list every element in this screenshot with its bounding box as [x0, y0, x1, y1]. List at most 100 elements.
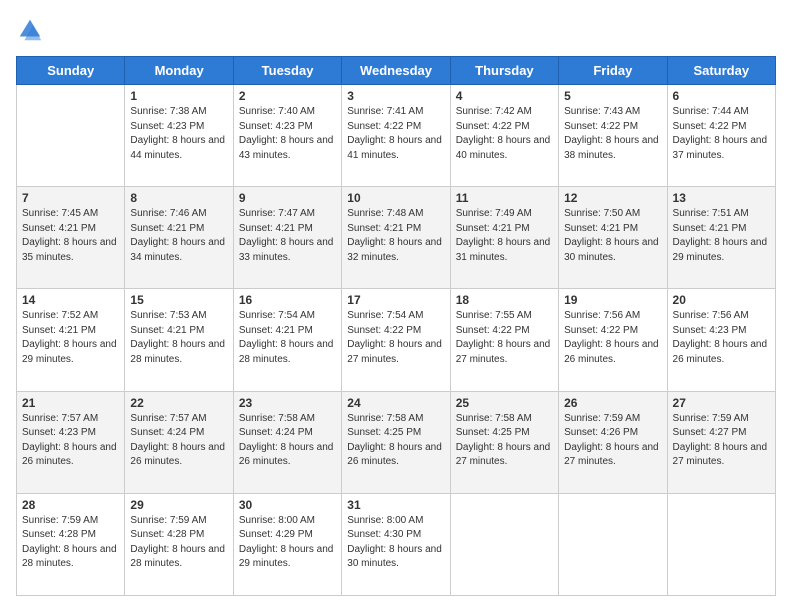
day-number: 31	[347, 498, 444, 512]
calendar-cell: 29 Sunrise: 7:59 AMSunset: 4:28 PMDayligh…	[125, 493, 233, 595]
day-number: 11	[456, 191, 553, 205]
day-info: Sunrise: 7:55 AMSunset: 4:22 PMDaylight:…	[456, 309, 553, 367]
day-number: 6	[673, 89, 770, 103]
calendar-week-row: 21 Sunrise: 7:57 AMSunset: 4:23 PMDayligh…	[17, 391, 776, 493]
calendar-cell: 12 Sunrise: 7:50 AMSunset: 4:21 PMDayligh…	[559, 187, 667, 289]
col-header-thursday: Thursday	[450, 57, 558, 85]
day-number: 7	[22, 191, 119, 205]
day-number: 10	[347, 191, 444, 205]
calendar-cell: 1 Sunrise: 7:38 AMSunset: 4:23 PMDaylight…	[125, 85, 233, 187]
day-info: Sunrise: 7:44 AMSunset: 4:22 PMDaylight:…	[673, 105, 770, 163]
day-info: Sunrise: 7:45 AMSunset: 4:21 PMDaylight:…	[22, 207, 119, 265]
day-number: 2	[239, 89, 336, 103]
day-number: 29	[130, 498, 227, 512]
day-info: Sunrise: 7:54 AMSunset: 4:21 PMDaylight:…	[239, 309, 336, 367]
day-info: Sunrise: 7:46 AMSunset: 4:21 PMDaylight:…	[130, 207, 227, 265]
day-info: Sunrise: 7:49 AMSunset: 4:21 PMDaylight:…	[456, 207, 553, 265]
logo	[16, 16, 48, 44]
calendar-week-row: 1 Sunrise: 7:38 AMSunset: 4:23 PMDaylight…	[17, 85, 776, 187]
day-number: 27	[673, 396, 770, 410]
day-number: 23	[239, 396, 336, 410]
calendar-cell: 14Sunrise: 7:52 AMSunset: 4:21 PMDayligh…	[17, 289, 125, 391]
day-number: 8	[130, 191, 227, 205]
day-number: 4	[456, 89, 553, 103]
col-header-friday: Friday	[559, 57, 667, 85]
col-header-wednesday: Wednesday	[342, 57, 450, 85]
day-number: 16	[239, 293, 336, 307]
day-info: Sunrise: 8:00 AMSunset: 4:29 PMDaylight:…	[239, 514, 336, 572]
calendar-cell: 8 Sunrise: 7:46 AMSunset: 4:21 PMDaylight…	[125, 187, 233, 289]
day-number: 22	[130, 396, 227, 410]
calendar-cell: 3Sunrise: 7:41 AMSunset: 4:22 PMDaylight…	[342, 85, 450, 187]
day-info: Sunrise: 7:58 AMSunset: 4:24 PMDaylight:…	[239, 412, 336, 470]
calendar-cell: 13 Sunrise: 7:51 AMSunset: 4:21 PMDayligh…	[667, 187, 775, 289]
day-info: Sunrise: 7:58 AMSunset: 4:25 PMDaylight:…	[456, 412, 553, 470]
calendar-cell: 30 Sunrise: 8:00 AMSunset: 4:29 PMDayligh…	[233, 493, 341, 595]
day-number: 26	[564, 396, 661, 410]
calendar-cell: 26 Sunrise: 7:59 AMSunset: 4:26 PMDayligh…	[559, 391, 667, 493]
col-header-sunday: Sunday	[17, 57, 125, 85]
day-info: Sunrise: 7:52 AMSunset: 4:21 PMDaylight:…	[22, 309, 119, 367]
calendar-table: SundayMondayTuesdayWednesdayThursdayFrid…	[16, 56, 776, 596]
calendar-cell: 16 Sunrise: 7:54 AMSunset: 4:21 PMDayligh…	[233, 289, 341, 391]
calendar-cell: 15 Sunrise: 7:53 AMSunset: 4:21 PMDayligh…	[125, 289, 233, 391]
day-info: Sunrise: 7:38 AMSunset: 4:23 PMDaylight:…	[130, 105, 227, 163]
day-info: Sunrise: 7:43 AMSunset: 4:22 PMDaylight:…	[564, 105, 661, 163]
calendar-cell	[667, 493, 775, 595]
calendar-cell: 4 Sunrise: 7:42 AMSunset: 4:22 PMDaylight…	[450, 85, 558, 187]
day-number: 21	[22, 396, 119, 410]
day-number: 18	[456, 293, 553, 307]
calendar-header-row: SundayMondayTuesdayWednesdayThursdayFrid…	[17, 57, 776, 85]
page: SundayMondayTuesdayWednesdayThursdayFrid…	[0, 0, 792, 612]
col-header-tuesday: Tuesday	[233, 57, 341, 85]
header	[16, 16, 776, 44]
day-info: Sunrise: 7:53 AMSunset: 4:21 PMDaylight:…	[130, 309, 227, 367]
calendar-cell: 20Sunrise: 7:56 AMSunset: 4:23 PMDayligh…	[667, 289, 775, 391]
day-number: 1	[130, 89, 227, 103]
day-number: 20	[673, 293, 770, 307]
day-info: Sunrise: 7:56 AMSunset: 4:22 PMDaylight:…	[564, 309, 661, 367]
day-number: 28	[22, 498, 119, 512]
calendar-week-row: 14Sunrise: 7:52 AMSunset: 4:21 PMDayligh…	[17, 289, 776, 391]
day-number: 19	[564, 293, 661, 307]
calendar-cell: 18 Sunrise: 7:55 AMSunset: 4:22 PMDayligh…	[450, 289, 558, 391]
col-header-saturday: Saturday	[667, 57, 775, 85]
day-info: Sunrise: 7:59 AMSunset: 4:28 PMDaylight:…	[22, 514, 119, 572]
day-info: Sunrise: 7:58 AMSunset: 4:25 PMDaylight:…	[347, 412, 444, 470]
day-info: Sunrise: 7:59 AMSunset: 4:28 PMDaylight:…	[130, 514, 227, 572]
day-info: Sunrise: 8:00 AMSunset: 4:30 PMDaylight:…	[347, 514, 444, 572]
day-number: 9	[239, 191, 336, 205]
calendar-cell: 24 Sunrise: 7:58 AMSunset: 4:25 PMDayligh…	[342, 391, 450, 493]
calendar-cell	[450, 493, 558, 595]
day-info: Sunrise: 7:50 AMSunset: 4:21 PMDaylight:…	[564, 207, 661, 265]
day-info: Sunrise: 7:51 AMSunset: 4:21 PMDaylight:…	[673, 207, 770, 265]
day-info: Sunrise: 7:57 AMSunset: 4:23 PMDaylight:…	[22, 412, 119, 470]
calendar-cell: 9 Sunrise: 7:47 AMSunset: 4:21 PMDaylight…	[233, 187, 341, 289]
calendar-cell: 5 Sunrise: 7:43 AMSunset: 4:22 PMDaylight…	[559, 85, 667, 187]
day-number: 15	[130, 293, 227, 307]
day-number: 12	[564, 191, 661, 205]
calendar-cell: 27Sunrise: 7:59 AMSunset: 4:27 PMDayligh…	[667, 391, 775, 493]
day-info: Sunrise: 7:40 AMSunset: 4:23 PMDaylight:…	[239, 105, 336, 163]
calendar-cell	[17, 85, 125, 187]
calendar-cell: 22Sunrise: 7:57 AMSunset: 4:24 PMDayligh…	[125, 391, 233, 493]
calendar-cell: 31 Sunrise: 8:00 AMSunset: 4:30 PMDayligh…	[342, 493, 450, 595]
day-info: Sunrise: 7:42 AMSunset: 4:22 PMDaylight:…	[456, 105, 553, 163]
day-info: Sunrise: 7:41 AMSunset: 4:22 PMDaylight:…	[347, 105, 444, 163]
calendar-cell: 2 Sunrise: 7:40 AMSunset: 4:23 PMDaylight…	[233, 85, 341, 187]
day-number: 30	[239, 498, 336, 512]
calendar-cell: 28 Sunrise: 7:59 AMSunset: 4:28 PMDayligh…	[17, 493, 125, 595]
calendar-cell	[559, 493, 667, 595]
calendar-cell: 17Sunrise: 7:54 AMSunset: 4:22 PMDayligh…	[342, 289, 450, 391]
day-number: 24	[347, 396, 444, 410]
day-info: Sunrise: 7:59 AMSunset: 4:26 PMDaylight:…	[564, 412, 661, 470]
logo-icon	[16, 16, 44, 44]
calendar-cell: 7 Sunrise: 7:45 AMSunset: 4:21 PMDaylight…	[17, 187, 125, 289]
day-number: 5	[564, 89, 661, 103]
calendar-cell: 25Sunrise: 7:58 AMSunset: 4:25 PMDayligh…	[450, 391, 558, 493]
day-number: 13	[673, 191, 770, 205]
calendar-cell: 23 Sunrise: 7:58 AMSunset: 4:24 PMDayligh…	[233, 391, 341, 493]
day-info: Sunrise: 7:47 AMSunset: 4:21 PMDaylight:…	[239, 207, 336, 265]
day-info: Sunrise: 7:54 AMSunset: 4:22 PMDaylight:…	[347, 309, 444, 367]
calendar-cell: 11 Sunrise: 7:49 AMSunset: 4:21 PMDayligh…	[450, 187, 558, 289]
